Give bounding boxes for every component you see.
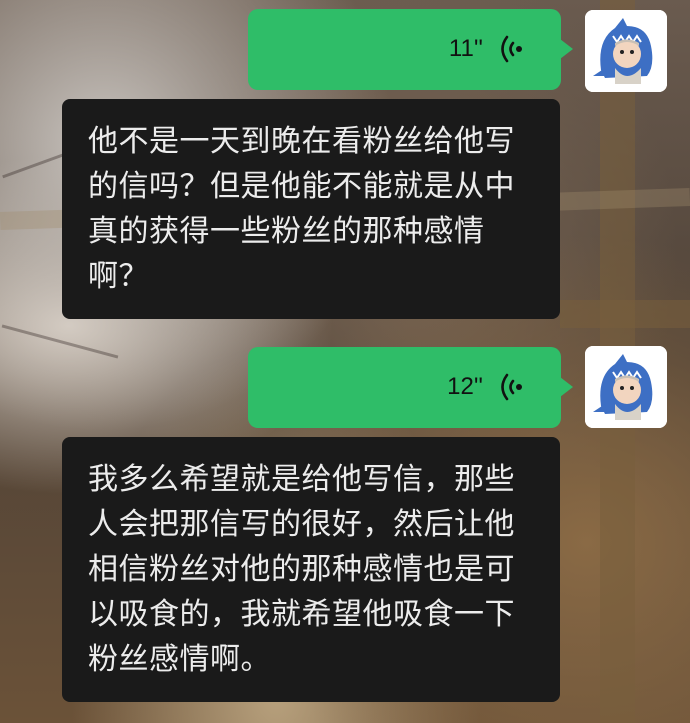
voice-wave-icon — [501, 373, 522, 401]
bubble-tail — [560, 39, 573, 59]
shark-costume-avatar-icon — [585, 346, 667, 428]
shark-costume-avatar-icon — [585, 10, 667, 92]
transcript-text-bubble[interactable]: 我多么希望就是给他写信，那些人会把那信写的很好，然后让他相信粉丝对他的那种感情也… — [62, 437, 560, 702]
voice-duration: 12'' — [447, 373, 483, 400]
voice-duration: 11'' — [448, 35, 483, 62]
user-avatar[interactable] — [585, 346, 667, 428]
user-avatar[interactable] — [585, 10, 667, 92]
bubble-tail — [560, 377, 573, 397]
background-line — [1, 324, 119, 359]
voice-message-bubble[interactable]: 11'' — [248, 9, 573, 90]
voice-message-bubble[interactable]: 12'' — [248, 347, 573, 428]
voice-wave-icon — [501, 35, 522, 63]
transcript-text: 他不是一天到晚在看粉丝给他写的信吗？但是他能不能就是从中真的获得一些粉丝的那种感… — [88, 124, 515, 294]
background-beam — [560, 300, 690, 328]
transcript-text-bubble[interactable]: 他不是一天到晚在看粉丝给他写的信吗？但是他能不能就是从中真的获得一些粉丝的那种感… — [62, 99, 560, 319]
transcript-text: 我多么希望就是给他写信，那些人会把那信写的很好，然后让他相信粉丝对他的那种感情也… — [88, 462, 515, 677]
